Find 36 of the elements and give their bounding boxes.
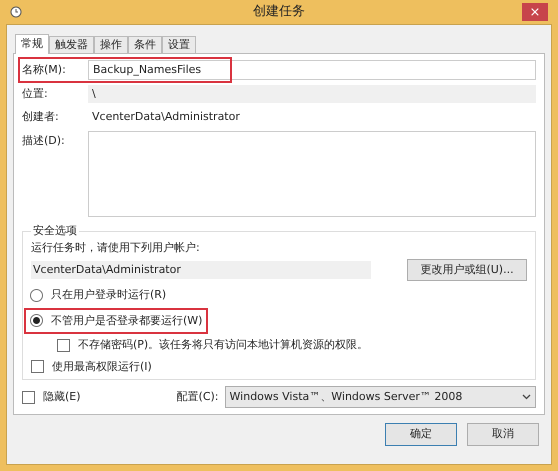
field-label: 名称(M): bbox=[22, 62, 67, 78]
name-field[interactable]: Backup_NamesFiles bbox=[88, 60, 536, 80]
tab[interactable]: 设置 bbox=[162, 36, 196, 53]
dialog-button[interactable]: 取消 bbox=[467, 423, 539, 446]
account-field: VcenterData\Administrator bbox=[31, 261, 371, 279]
clock-icon bbox=[10, 6, 22, 18]
field-label: 描述(D): bbox=[22, 133, 66, 149]
location-field: \ bbox=[88, 85, 536, 103]
checkbox-label: 隐藏(E) bbox=[43, 388, 81, 405]
checkbox[interactable] bbox=[31, 360, 44, 374]
checkbox[interactable] bbox=[57, 338, 70, 352]
dropdown-value: Windows Vista™、Windows Server™ 2008 bbox=[230, 388, 464, 405]
change-user-button[interactable]: 更改用户或组(U)... bbox=[407, 259, 527, 281]
checkbox-label: 不存储密码(P)。该任务将只有访问本地计算机资源的权限。 bbox=[78, 337, 368, 353]
tab[interactable]: 触发器 bbox=[49, 36, 94, 53]
author-value: VcenterData\Administrator bbox=[91, 108, 241, 125]
dialog-button[interactable]: 确定 bbox=[385, 423, 457, 446]
radio-button[interactable] bbox=[30, 288, 43, 302]
field-label: 配置(C): bbox=[176, 388, 219, 405]
chevron-down-icon bbox=[522, 394, 531, 400]
radio-label: 只在用户登录时运行(R) bbox=[51, 287, 166, 303]
group-title: 安全选项 bbox=[32, 223, 78, 239]
config-dropdown[interactable]: Windows Vista™、Windows Server™ 2008 bbox=[224, 386, 536, 408]
field-label: 创建者: bbox=[22, 108, 60, 125]
close-button[interactable]: × bbox=[522, 3, 548, 21]
tab[interactable]: 条件 bbox=[128, 36, 162, 53]
field-label: 位置: bbox=[22, 86, 49, 102]
checkbox-label: 使用最高权限运行(I) bbox=[52, 358, 152, 374]
radio-button[interactable] bbox=[30, 314, 43, 328]
tab[interactable]: 操作 bbox=[94, 36, 128, 53]
radio-label: 不管用户是否登录都要运行(W) bbox=[51, 312, 202, 328]
description-field[interactable] bbox=[88, 131, 536, 217]
tab[interactable]: 常规 bbox=[15, 34, 49, 54]
window-title: 创建任务 bbox=[253, 3, 305, 22]
account-prompt: 运行任务时，请使用下列用户帐户: bbox=[31, 240, 201, 256]
checkbox[interactable] bbox=[22, 390, 35, 404]
